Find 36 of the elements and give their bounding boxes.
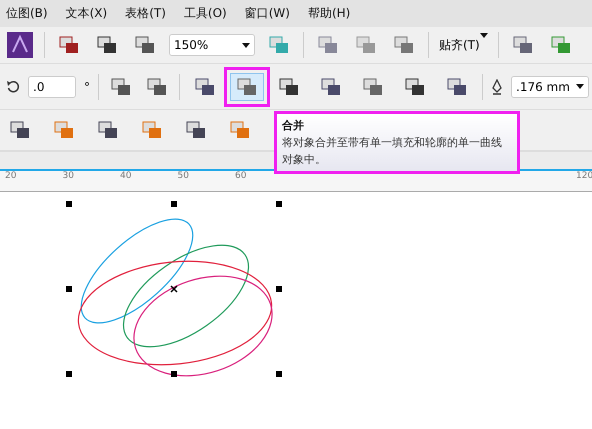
selection-handle[interactable] [66,286,72,292]
launcher-icon[interactable] [6,31,34,59]
rotation-field[interactable]: .0 [28,76,76,98]
pen-nib-icon [491,78,503,94]
ruler-label: 60 [235,171,246,181]
overlap-icon [320,76,342,98]
selection-handle[interactable] [171,371,177,377]
overlap-icon [236,76,258,98]
outline-width-dropdown[interactable]: .176 mm [511,76,589,98]
overlap-icon [446,76,468,98]
selection-handle[interactable] [276,371,282,377]
menu-item[interactable]: 位图(B) [6,5,48,22]
selection-handle[interactable] [66,371,72,377]
degree-sign: ° [84,80,90,94]
ruler-label: 30 [62,171,74,181]
rotate-icon [6,80,20,94]
overlap-icon [362,76,384,98]
menu-item[interactable]: 文本(X) [66,5,108,22]
selection-handle[interactable] [276,201,282,207]
menu-item[interactable]: 帮助(H) [308,5,350,22]
zoom-dropdown[interactable]: 150% [169,34,255,56]
menu-item[interactable]: 工具(O) [184,5,227,22]
selection-handle[interactable] [276,286,282,292]
tooltip-title: 合并 [282,118,305,134]
selection-handle[interactable] [66,201,72,207]
ruler-label: 50 [178,171,189,181]
tooltip-text: 将对象合并至带有单一填充和轮廓的单一曲线对象中。 [282,135,503,168]
menu-item[interactable]: 表格(T) [125,5,166,22]
overlap-icon [404,76,426,98]
ruler-label: 40 [120,171,132,181]
selection-handle[interactable] [171,201,177,207]
ruler-label: 20 [5,171,16,181]
menu-item[interactable]: 窗口(W) [244,5,290,22]
overlap-icon [194,76,216,98]
center-mark-icon [170,285,178,293]
overlap-icon [278,76,300,98]
